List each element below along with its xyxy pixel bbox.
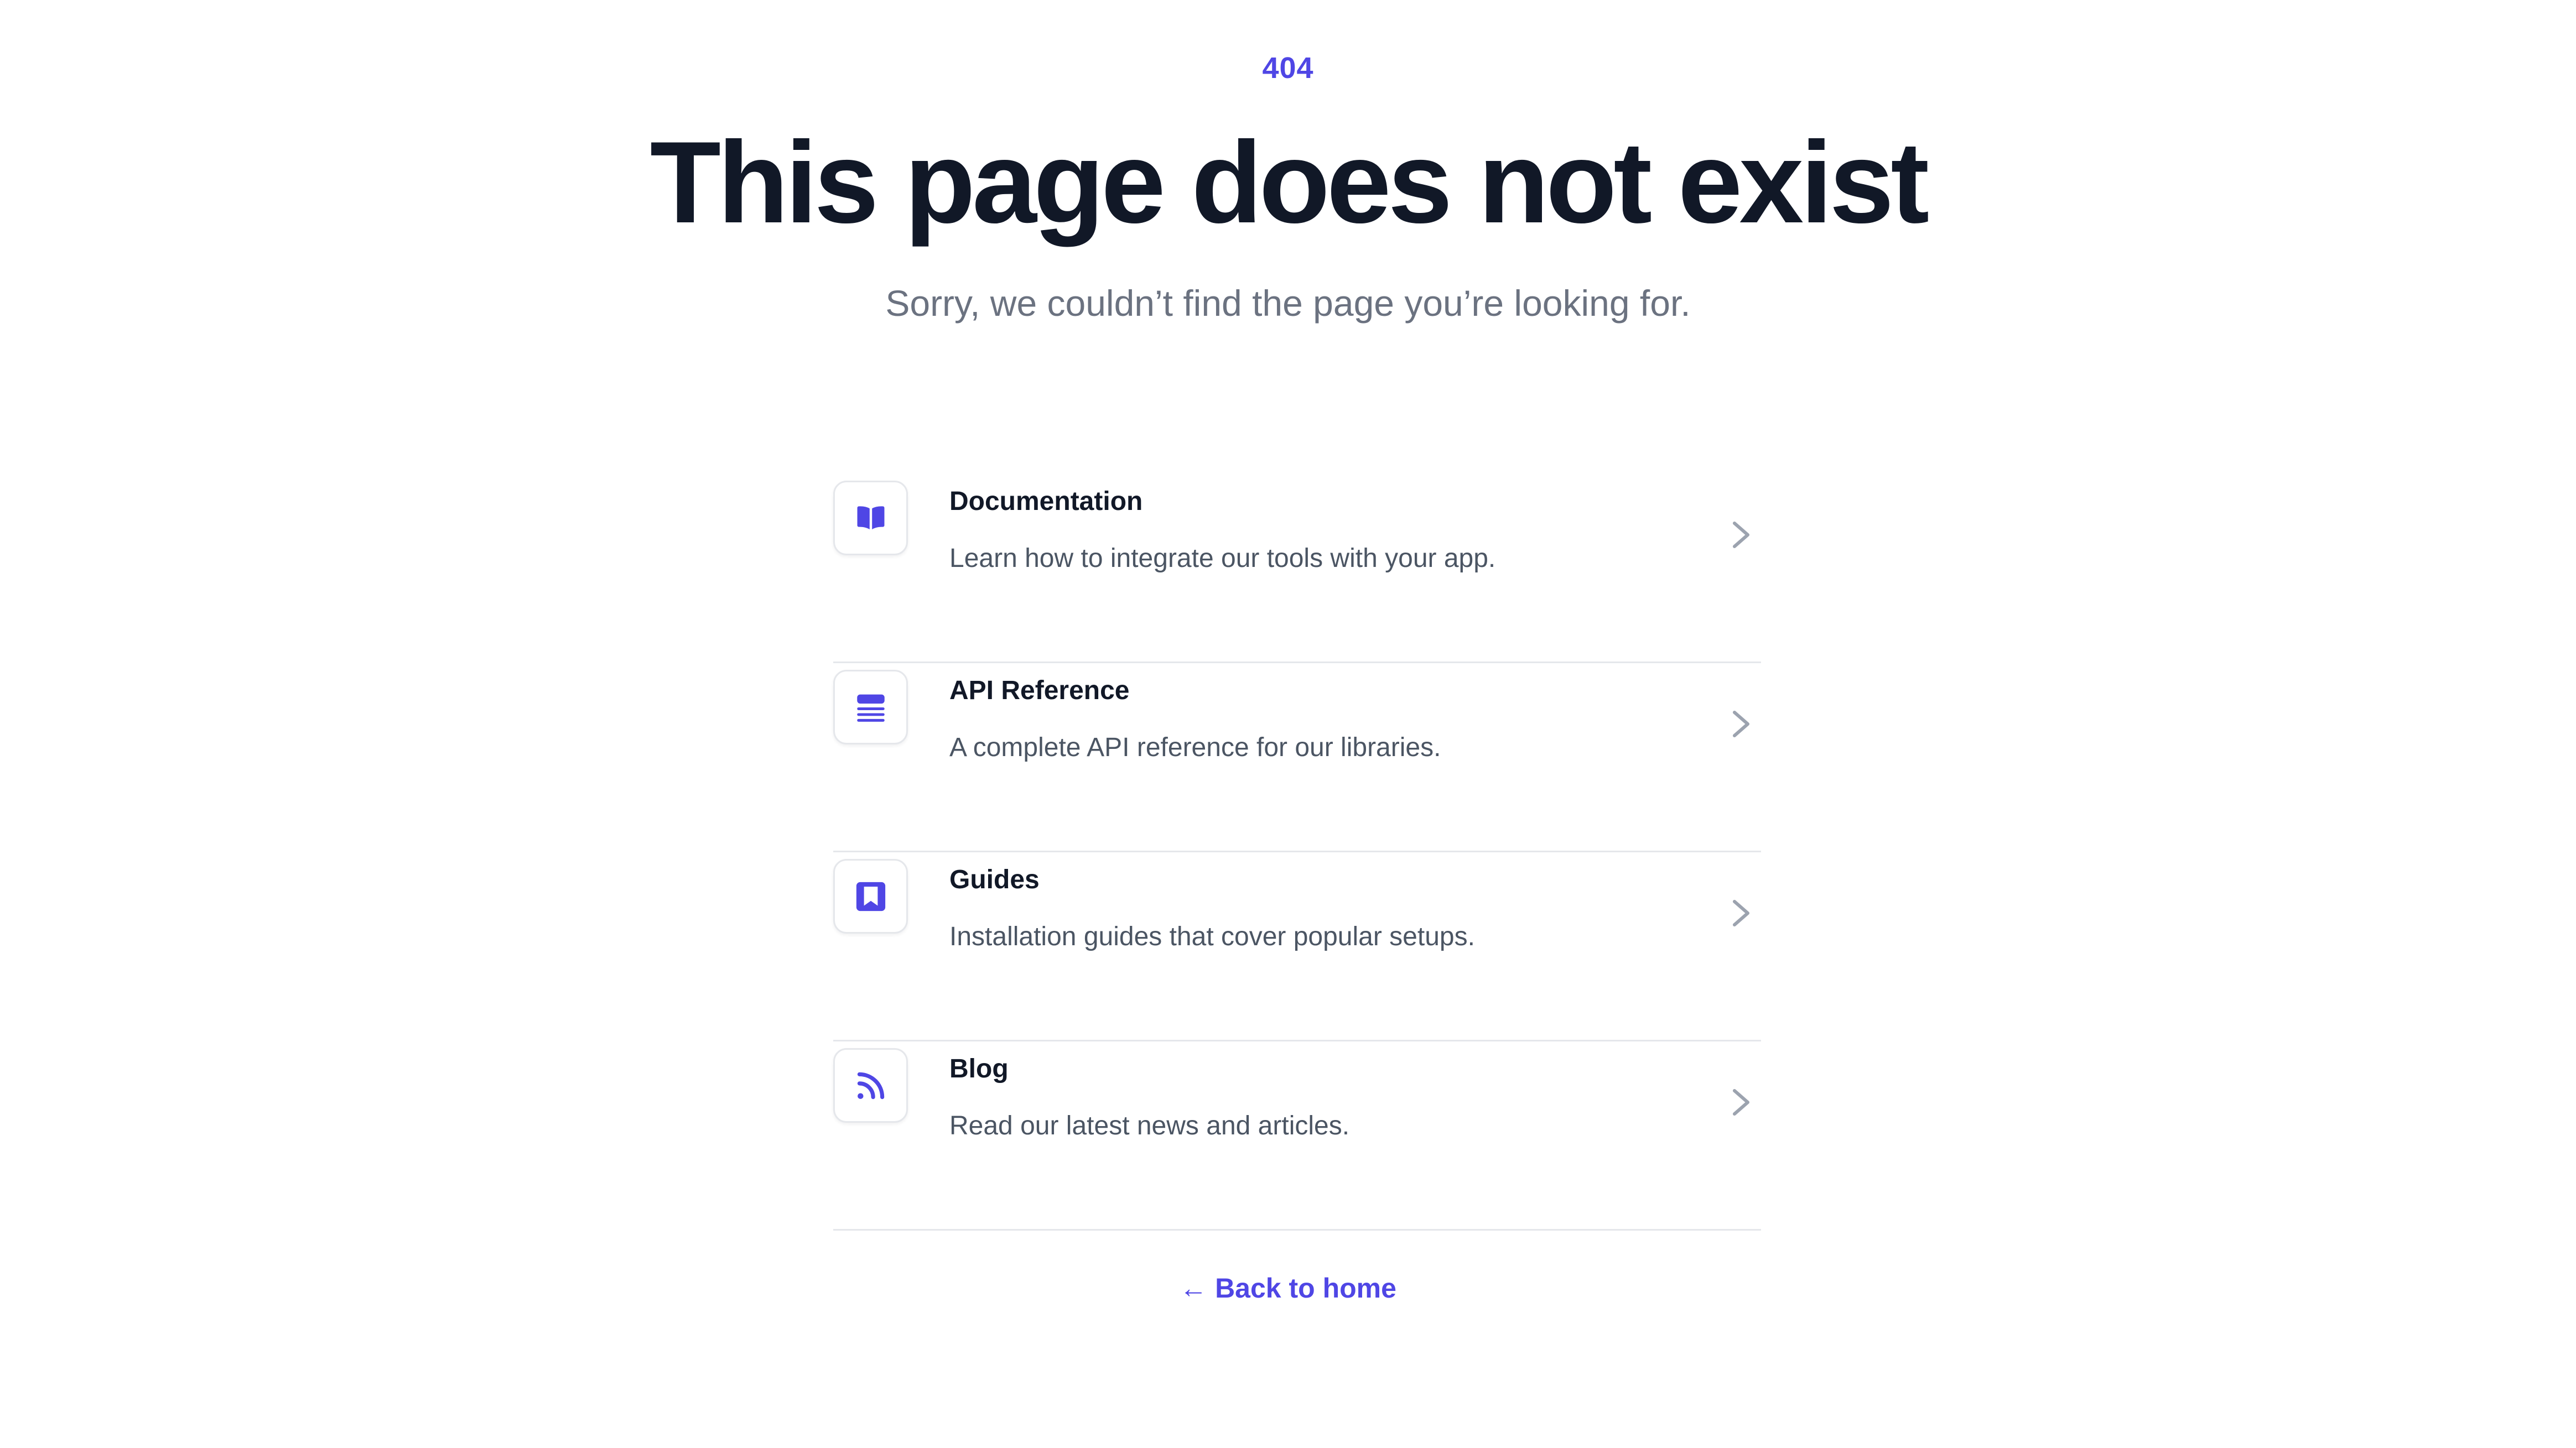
page-subtitle: Sorry, we couldn’t find the page you’re … xyxy=(885,283,1691,324)
item-description: Learn how to integrate our tools with yo… xyxy=(949,544,1496,573)
chevron-right-icon xyxy=(1733,522,1749,548)
item-description: A complete API reference for our librari… xyxy=(949,733,1441,762)
error-code: 404 xyxy=(1262,51,1314,85)
list-item-api-reference[interactable]: API Reference A complete API reference f… xyxy=(833,663,1761,852)
chevron-right-icon xyxy=(1733,711,1749,737)
page-title: This page does not exist xyxy=(650,117,1929,247)
list-item-guides[interactable]: Guides Installation guides that cover po… xyxy=(833,852,1761,1041)
popular-pages-list: Documentation Learn how to integrate our… xyxy=(833,474,1761,1231)
item-title: Blog xyxy=(949,1054,1009,1084)
item-title: API Reference xyxy=(949,676,1130,705)
not-found-page: 404 This page does not exist Sorry, we c… xyxy=(0,0,2576,1448)
arrow-left-icon: ← xyxy=(1180,1273,1208,1304)
book-open-icon xyxy=(833,481,908,555)
list-item-blog[interactable]: Blog Read our latest news and articles. xyxy=(833,1041,1761,1231)
back-to-home-label: Back to home xyxy=(1215,1273,1396,1304)
bookmark-square-icon xyxy=(833,859,908,934)
queue-list-icon xyxy=(833,670,908,744)
list-item-documentation[interactable]: Documentation Learn how to integrate our… xyxy=(833,474,1761,663)
item-title: Documentation xyxy=(949,487,1143,516)
chevron-right-icon xyxy=(1733,1089,1749,1116)
item-title: Guides xyxy=(949,865,1040,894)
item-description: Read our latest news and articles. xyxy=(949,1111,1350,1140)
item-description: Installation guides that cover popular s… xyxy=(949,922,1475,951)
rss-icon xyxy=(833,1048,908,1123)
back-to-home-link[interactable]: ← Back to home xyxy=(0,1272,2576,1304)
chevron-right-icon xyxy=(1733,900,1749,926)
